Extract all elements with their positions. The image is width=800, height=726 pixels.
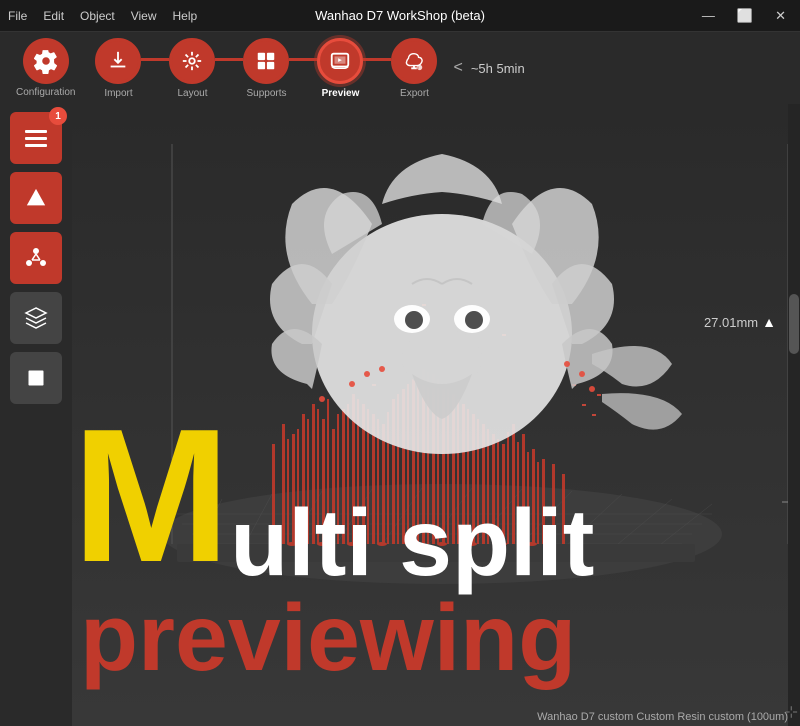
step-preview[interactable]: Preview (317, 38, 363, 99)
workflow: Import Layout (95, 38, 784, 99)
config-area: Configuration (16, 38, 75, 98)
configuration-label: Configuration (16, 87, 75, 98)
sidebar-button-layers[interactable] (10, 292, 62, 344)
title-bar: File Edit Object View Help Wanhao D7 Wor… (0, 0, 800, 32)
import-label: Import (104, 88, 132, 99)
sidebar-button-list[interactable]: 1 (10, 112, 62, 164)
toolbar: Configuration Import (0, 32, 800, 104)
export-circle[interactable]: ! (391, 38, 437, 84)
connector-3 (289, 58, 317, 61)
sidebar-button-supports[interactable] (10, 232, 62, 284)
supports-circle[interactable] (243, 38, 289, 84)
step-layout[interactable]: Layout (169, 38, 215, 99)
layout-circle[interactable] (169, 38, 215, 84)
scroll-thumb[interactable] (789, 294, 799, 354)
dimension-label: 27.01mm ▲ (704, 314, 776, 330)
maximize-button[interactable]: ⬜ (731, 6, 759, 26)
minimize-button[interactable]: — (696, 6, 721, 26)
dimension-arrow-icon: ▲ (762, 314, 776, 330)
corner-icon: ⊹ (785, 702, 798, 722)
sidebar-button-square[interactable] (10, 352, 62, 404)
menu-file[interactable]: File (8, 9, 27, 23)
menu-edit[interactable]: Edit (43, 9, 64, 23)
menu-bar: File Edit Object View Help (8, 9, 197, 23)
scene-svg (72, 104, 800, 726)
layout-label: Layout (177, 88, 207, 99)
right-scrollbar[interactable] (788, 104, 800, 726)
list-badge: 1 (49, 107, 67, 125)
sidebar: 1 (0, 104, 72, 726)
main-area: 1 (0, 104, 800, 726)
step-supports[interactable]: Supports (243, 38, 289, 99)
close-button[interactable]: ✕ (769, 6, 792, 26)
status-text: Wanhao D7 custom Custom Resin custom (10… (537, 711, 788, 723)
export-label: Export (400, 88, 429, 99)
import-circle[interactable] (95, 38, 141, 84)
status-bar: Wanhao D7 custom Custom Resin custom (10… (537, 708, 788, 726)
time-label: ~5h 5min (471, 61, 525, 76)
connector-1 (141, 58, 169, 61)
configuration-button[interactable] (23, 38, 69, 84)
preview-circle[interactable] (317, 38, 363, 84)
sidebar-button-transform[interactable] (10, 172, 62, 224)
app-title: Wanhao D7 WorkShop (beta) (315, 8, 485, 23)
menu-object[interactable]: Object (80, 9, 115, 23)
connector-2 (215, 58, 243, 61)
supports-label: Supports (246, 88, 286, 99)
time-area: < ~5h 5min (453, 59, 524, 77)
window-controls: — ⬜ ✕ (696, 6, 792, 26)
step-export[interactable]: ! Export (391, 38, 437, 99)
menu-help[interactable]: Help (173, 9, 198, 23)
menu-view[interactable]: View (131, 9, 157, 23)
step-import[interactable]: Import (95, 38, 141, 99)
preview-label: Preview (322, 88, 360, 99)
3d-viewport[interactable]: 27.01mm ▲ M ulti split previewing Wanhao… (72, 104, 800, 726)
connector-4 (363, 58, 391, 61)
dimension-value: 27.01mm (704, 315, 758, 330)
